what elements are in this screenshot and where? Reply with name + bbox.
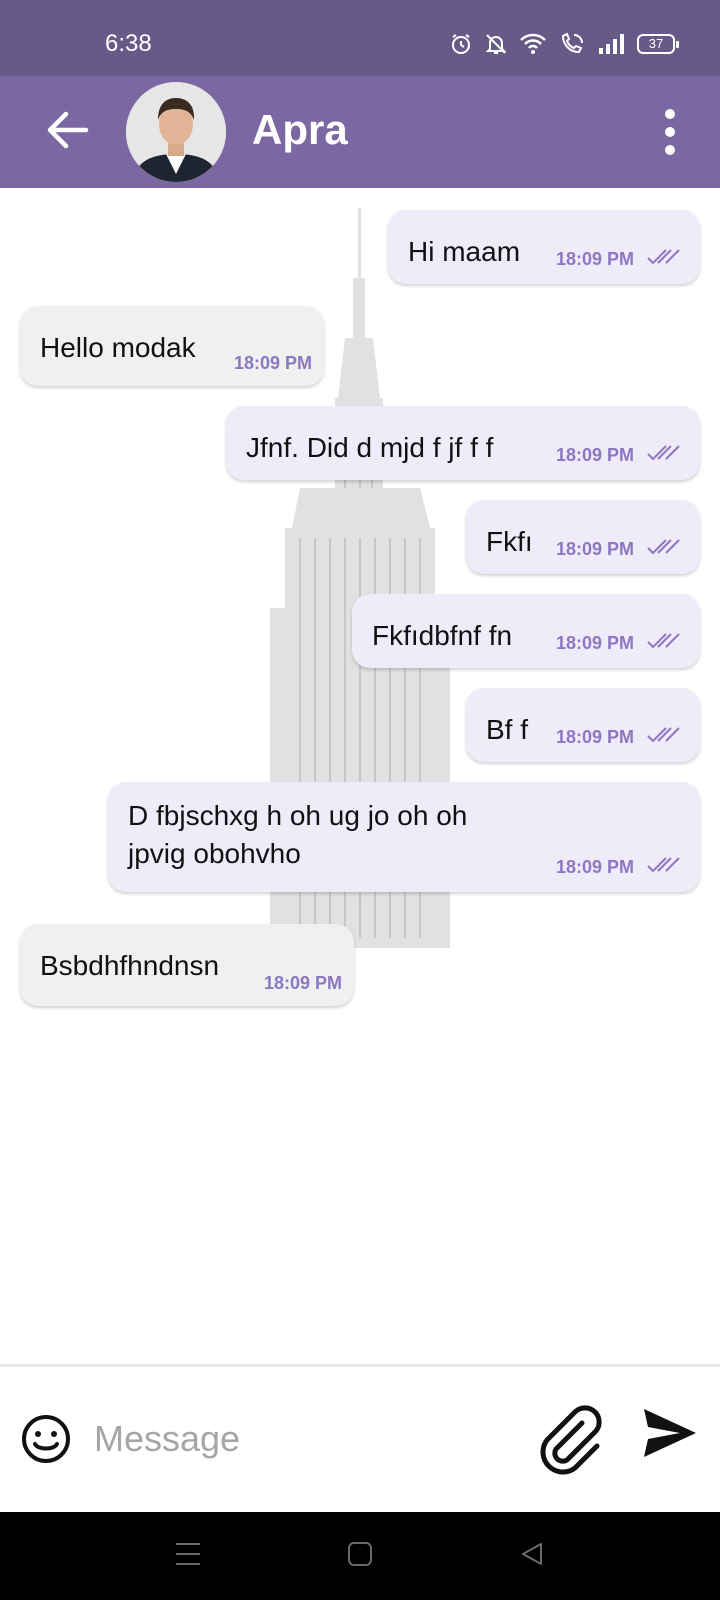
message-meta: 18:09 PM: [234, 353, 312, 374]
emoji-button[interactable]: [20, 1413, 72, 1465]
message-bubble-outgoing[interactable]: Fkfıdbfnf fn 18:09 PM: [352, 594, 700, 668]
mute-bell-icon: [485, 32, 507, 56]
system-nav-bar: [0, 1512, 720, 1600]
avatar[interactable]: [126, 82, 226, 182]
nav-home-button[interactable]: [340, 1538, 380, 1574]
message-meta: 18:09 PM: [556, 247, 682, 272]
double-check-icon: [646, 443, 682, 468]
emoji-icon: [20, 1415, 72, 1469]
message-input[interactable]: [94, 1407, 514, 1471]
attach-icon: [538, 1405, 602, 1479]
double-check-icon: [646, 725, 682, 750]
nav-menu-button[interactable]: [168, 1538, 208, 1574]
message-time: 18:09 PM: [555, 539, 634, 559]
message-text: Fkfıdbfnf fn: [372, 620, 513, 651]
send-icon: [640, 1409, 700, 1465]
status-bar: 6:38 37: [0, 0, 720, 76]
double-check-icon: [646, 631, 682, 656]
menu-icon: [174, 1541, 202, 1572]
message-text-line-1: D fbjschxg h oh ug jo oh oh: [128, 800, 468, 831]
message-time: 18:09 PM: [555, 857, 634, 877]
message-meta: 18:09 PM: [556, 631, 682, 656]
avatar-image: [126, 82, 226, 182]
back-arrow-icon: [46, 110, 90, 155]
home-icon: [347, 1541, 373, 1572]
message-meta: 18:09 PM: [556, 537, 682, 562]
chat-header: Apra: [0, 76, 720, 188]
message-text: Bsbdhfhndnsn: [40, 950, 220, 981]
wifi-calling-icon: [559, 32, 585, 56]
message-text: Hi maam: [408, 236, 521, 267]
message-text: Hello modak: [40, 332, 196, 363]
message-meta: 18:09 PM: [556, 725, 682, 750]
nav-back-button[interactable]: [512, 1538, 552, 1574]
message-bubble-outgoing[interactable]: Jfnf. Did d mjd f jf f f 18:09 PM: [226, 406, 700, 480]
send-button[interactable]: [640, 1405, 700, 1461]
alarm-icon: [449, 32, 473, 56]
message-time: 18:09 PM: [555, 727, 634, 747]
status-time: 6:38: [105, 30, 152, 57]
message-bubble-outgoing[interactable]: Bf f 18:09 PM: [466, 688, 700, 762]
message-bubble-incoming[interactable]: Bsbdhfhndnsn 18:09 PM: [20, 924, 354, 1006]
message-meta: 18:09 PM: [264, 973, 342, 994]
wifi-icon: [519, 33, 547, 55]
more-options-button[interactable]: [650, 106, 690, 158]
message-time: 18:09 PM: [233, 353, 312, 373]
attach-button[interactable]: [538, 1405, 602, 1475]
contact-name[interactable]: Apra: [252, 106, 348, 154]
more-vert-icon-dot: [665, 127, 675, 137]
message-text: Jfnf. Did d mjd f jf f f: [246, 432, 494, 463]
back-button[interactable]: [40, 106, 96, 158]
message-text-line-2: jpvig obohvho: [128, 838, 301, 869]
message-meta: 18:09 PM: [556, 443, 682, 468]
message-time: 18:09 PM: [555, 249, 634, 269]
message-bubble-outgoing[interactable]: Fkfı 18:09 PM: [466, 500, 700, 574]
back-icon: [519, 1541, 545, 1572]
message-composer: [0, 1367, 720, 1512]
message-text: Fkfı: [486, 526, 533, 557]
message-time: 18:09 PM: [555, 633, 634, 653]
double-check-icon: [646, 247, 682, 272]
double-check-icon: [646, 537, 682, 562]
message-time: 18:09 PM: [555, 445, 634, 465]
message-bubble-incoming[interactable]: Hello modak 18:09 PM: [20, 306, 324, 386]
more-vert-icon-dot: [665, 145, 675, 155]
message-meta: 18:09 PM: [556, 855, 682, 880]
battery-icon: 37: [637, 34, 679, 54]
more-vert-icon-dot: [665, 109, 675, 119]
message-text: Bf f: [486, 714, 529, 745]
message-list[interactable]: Hi maam 18:09 PM Hello modak 18:09 PM Jf…: [0, 188, 720, 1364]
double-check-icon: [646, 855, 682, 880]
message-bubble-outgoing[interactable]: Hi maam 18:09 PM: [388, 210, 700, 284]
signal-icon: [597, 33, 625, 55]
message-time: 18:09 PM: [263, 973, 342, 993]
message-bubble-outgoing[interactable]: D fbjschxg h oh ug jo oh oh jpvig obohvh…: [108, 782, 700, 892]
status-icons: 37: [449, 30, 679, 58]
